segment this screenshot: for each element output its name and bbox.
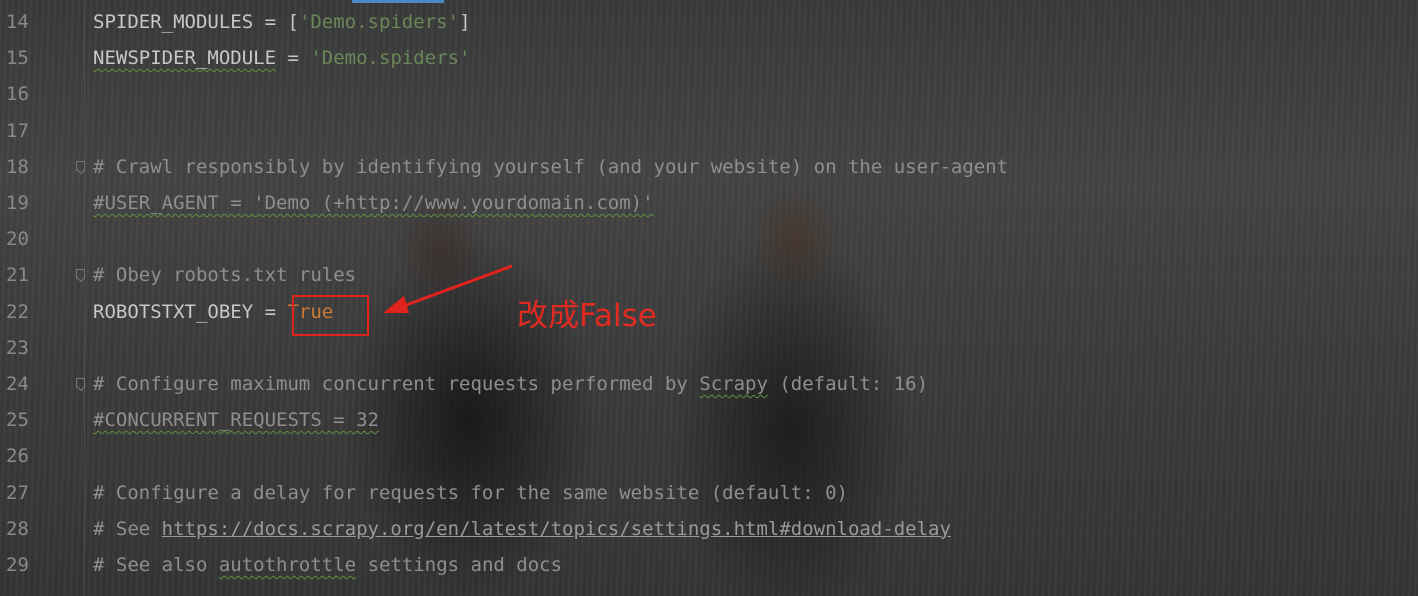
code-text: # Configure maximum concurrent requests … [93,366,928,402]
code-line[interactable]: 23 [0,330,1418,366]
code-token: (default: 16) [767,373,929,395]
code-token: settings and docs [356,554,563,576]
code-text: # Configure a delay for requests for the… [93,475,848,511]
line-number: 24 [6,373,29,395]
code-token: # Obey robots.txt rules [93,264,357,287]
code-text: # See https://docs.scrapy.org/en/latest/… [93,511,951,547]
line-number: 29 [6,554,29,576]
line-number: 15 [6,47,29,70]
line-number: 18 [6,155,29,178]
code-token[interactable]: https://docs.scrapy.org/en/latest/topics… [162,518,951,540]
code-token: # See also [93,554,219,576]
code-token: #USER_AGENT = 'Demo (+http://www.yourdom… [93,192,654,214]
line-number: 16 [6,83,29,106]
line-number: 26 [6,445,29,468]
code-token: SPIDER_MODULES = [ [93,11,299,33]
code-line[interactable]: 27 # Configure a delay for requests for t… [0,475,1418,511]
fold-icon[interactable] [76,378,85,388]
code-token: # Configure maximum concurrent requests … [93,373,700,395]
code-line[interactable]: 14 SPIDER_MODULES = ['Demo.spiders'] [0,4,1418,40]
line-number: 19 [6,192,29,214]
annotation-label: 改成False [517,298,657,334]
code-editor[interactable]: 14 SPIDER_MODULES = ['Demo.spiders'] 15 NEW… [0,0,1418,596]
line-number: 22 [6,300,29,323]
code-line[interactable]: 29 # See also autothrottle settings and d… [0,547,1418,583]
code-line[interactable]: 17 [0,113,1418,149]
active-tab-indicator [352,0,444,3]
code-token: ROBOTSTXT_OBEY = [93,300,288,323]
code-text: # Crawl responsibly by identifying yours… [93,149,1008,185]
code-token: # Configure a delay for requests for the… [93,481,848,504]
code-token: autothrottle [218,554,357,576]
line-number: 21 [6,264,29,287]
line-number: 20 [6,228,29,251]
code-token: # Crawl responsibly by identifying yours… [93,155,1009,178]
code-text: #CONCURRENT_REQUESTS = 32 [93,402,379,438]
code-token: 'Demo.spiders' [310,47,471,70]
fold-icon[interactable] [76,160,85,171]
code-token: = [276,47,311,70]
highlight-box [292,295,369,336]
code-line[interactable]: 24 # Configure maximum concurrent request… [0,366,1418,402]
code-text: SPIDER_MODULES = ['Demo.spiders'] [93,4,471,40]
code-line[interactable]: 19 #USER_AGENT = 'Demo (+http://www.yourd… [0,185,1418,221]
code-line[interactable]: 25 #CONCURRENT_REQUESTS = 32 [0,402,1418,438]
code-line[interactable]: 16 [0,76,1418,112]
code-token: #CONCURRENT_REQUESTS = 32 [93,409,379,432]
line-number: 17 [6,119,29,142]
code-line[interactable]: 15 NEWSPIDER_MODULE = 'Demo.spiders' [0,40,1418,76]
code-line[interactable]: 21 # Obey robots.txt rules [0,257,1418,293]
code-line[interactable]: 26 [0,438,1418,474]
code-token: NEWSPIDER_MODULE [93,47,277,70]
code-line[interactable]: 28 # See https://docs.scrapy.org/en/lates… [0,511,1418,547]
line-number: 14 [6,11,29,33]
code-token: ] [459,11,471,33]
code-line[interactable]: 22 ROBOTSTXT_OBEY = True [0,294,1418,330]
code-text: NEWSPIDER_MODULE = 'Demo.spiders' [93,40,471,76]
code-token: Scrapy [699,373,768,395]
code-token: # See [93,517,162,540]
code-text: # See also autothrottle settings and doc… [93,547,562,583]
line-number: 23 [6,336,29,359]
code-line[interactable]: 20 [0,221,1418,257]
fold-icon[interactable] [76,269,85,280]
code-text: # Obey robots.txt rules [93,257,356,293]
code-text: #USER_AGENT = 'Demo (+http://www.yourdom… [93,185,654,221]
code-line[interactable]: 18 # Crawl responsibly by identifying you… [0,149,1418,185]
code-token: 'Demo.spiders' [298,11,460,33]
line-number: 28 [6,517,29,540]
line-number: 27 [6,481,29,504]
line-number: 25 [6,409,29,432]
